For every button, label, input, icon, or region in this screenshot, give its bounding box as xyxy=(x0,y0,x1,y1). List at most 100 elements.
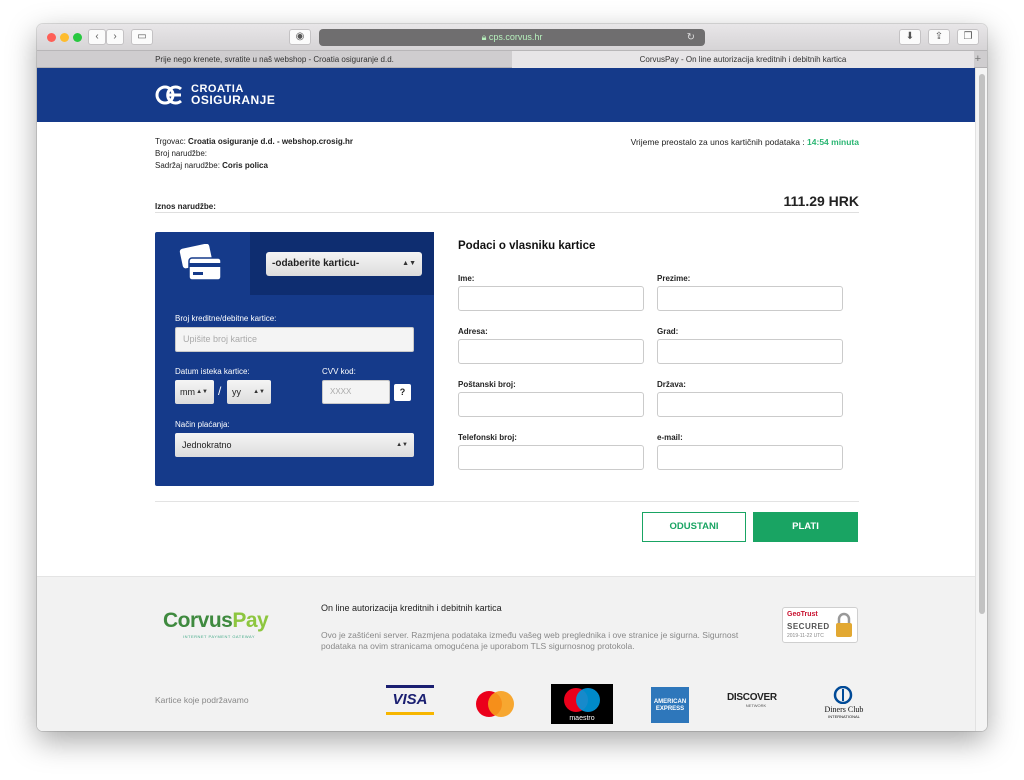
amex-logo: AMERICAN EXPRESS xyxy=(651,687,689,723)
cvv-placeholder: XXXX xyxy=(330,387,352,396)
croatia-logo-icon xyxy=(155,85,182,105)
country-input[interactable] xyxy=(657,392,843,417)
diners-text-1: Diners Club xyxy=(824,705,864,714)
merchant-value: Croatia osiguranje d.d. - webshop.crosig… xyxy=(188,137,353,146)
corvuspay-logo-text-a: Corvus xyxy=(163,609,233,632)
minimize-window-button[interactable] xyxy=(60,33,69,42)
phone-label: Telefonski broj: xyxy=(458,433,517,442)
timer-value: 14:54 minuta xyxy=(807,137,859,147)
geotrust-status: SECURED xyxy=(787,622,830,631)
scrollbar-thumb[interactable] xyxy=(979,74,985,614)
timer-label: Vrijeme preostalo za unos kartičnih poda… xyxy=(630,137,808,147)
time-remaining: Vrijeme preostalo za unos kartičnih poda… xyxy=(631,137,859,147)
diners-text-2: INTERNATIONAL xyxy=(828,714,860,719)
select-arrows-icon: ▲▼ xyxy=(396,442,408,448)
forward-button[interactable]: › xyxy=(106,29,124,45)
maestro-text: maestro xyxy=(569,715,595,722)
privacy-shield-icon[interactable]: ◉ xyxy=(289,29,311,45)
order-number-label: Broj narudžbe: xyxy=(155,149,208,158)
back-button[interactable]: ‹ xyxy=(88,29,106,45)
maestro-logo: maestro xyxy=(551,684,613,724)
last-name-input[interactable] xyxy=(657,286,843,311)
order-content-value: Coris polica xyxy=(222,161,268,170)
payment-method-value: Jednokratno xyxy=(182,440,232,450)
card-number-input[interactable]: Upišite broj kartice xyxy=(175,327,414,352)
expiry-month-select[interactable]: mm ▲▼ xyxy=(175,380,214,404)
first-name-input[interactable] xyxy=(458,286,644,311)
diners-club-logo: Diners Club INTERNATIONAL xyxy=(817,686,871,724)
tab-webshop[interactable]: Prije nego krenete, svratite u naš websh… xyxy=(37,51,512,68)
form-divider xyxy=(155,501,859,502)
logo-line-2: OSIGURANJE xyxy=(191,93,276,107)
first-name-label: Ime: xyxy=(458,274,475,283)
supported-cards-label: Kartice koje podržavamo xyxy=(155,695,249,705)
amount-label: Iznos narudžbe: xyxy=(155,202,216,211)
browser-window: ‹ › ▭ ◉ 🔒︎ cps.corvus.hr ↻ ⬇ ⇪ ❐ Prije n… xyxy=(37,24,987,731)
croatia-logo: CROATIA OSIGURANJE xyxy=(155,83,275,107)
cvv-label: CVV kod: xyxy=(322,367,356,376)
year-value: yy xyxy=(232,387,241,397)
sidebar-toggle-icon[interactable]: ▭ xyxy=(131,29,153,45)
postal-code-label: Poštanski broj: xyxy=(458,380,516,389)
month-value: mm xyxy=(180,387,195,397)
padlock-icon xyxy=(836,612,852,637)
cvv-help-button[interactable]: ? xyxy=(394,384,411,401)
expiry-year-select[interactable]: yy ▲▼ xyxy=(227,380,271,404)
geotrust-date: 2019-11-22 UTC xyxy=(787,633,824,639)
geotrust-seal[interactable]: GeoTrust SECURED 2019-11-22 UTC xyxy=(782,607,858,643)
expiry-separator: / xyxy=(218,384,222,398)
url-text: cps.corvus.hr xyxy=(488,32,543,42)
order-amount-row: Iznos narudžbe: 111.29 HRK xyxy=(155,193,859,213)
tabs-overview-icon[interactable]: ❐ xyxy=(957,29,979,45)
footer-description: Ovo je zaštićeni server. Razmjena podata… xyxy=(321,630,739,651)
address-bar[interactable]: 🔒︎ cps.corvus.hr ↻ xyxy=(319,29,705,46)
country-label: Država: xyxy=(657,380,686,389)
visa-logo: VISA xyxy=(386,685,434,723)
corvuspay-logo-text-b: Pay xyxy=(232,609,269,632)
payment-method-label: Način plaćanja: xyxy=(175,420,230,429)
tab-corvuspay[interactable]: CorvusPay - On line autorizacija kreditn… xyxy=(512,51,974,68)
email-input[interactable] xyxy=(657,445,843,470)
order-content-label: Sadržaj narudžbe: xyxy=(155,161,223,170)
page-content: CROATIA OSIGURANJE Trgovac: Croatia osig… xyxy=(37,68,975,731)
credit-cards-icon xyxy=(179,244,222,281)
tab-bar: Prije nego krenete, svratite u naš websh… xyxy=(37,51,987,68)
merchant-label: Trgovac: xyxy=(155,137,189,146)
card-type-select[interactable]: -odaberite karticu- ▲▼ xyxy=(266,252,422,276)
corvuspay-tagline: INTERNET PAYMENT GATEWAY xyxy=(183,634,256,639)
corvuspay-logo: CorvusPay xyxy=(163,609,269,633)
phone-input[interactable] xyxy=(458,445,644,470)
select-arrows-icon: ▲▼ xyxy=(253,389,265,395)
payment-method-select[interactable]: Jednokratno ▲▼ xyxy=(175,433,414,457)
page-footer: CorvusPay INTERNET PAYMENT GATEWAY On li… xyxy=(37,576,975,731)
amex-text-1: AMERICAN xyxy=(653,699,687,705)
select-arrows-icon: ▲▼ xyxy=(196,389,208,395)
order-meta: Trgovac: Croatia osiguranje d.d. - websh… xyxy=(155,136,353,172)
email-label: e-mail: xyxy=(657,433,683,442)
tab-label: CorvusPay - On line autorizacija kreditn… xyxy=(639,55,847,64)
cvv-input[interactable]: XXXX xyxy=(322,380,390,404)
geotrust-brand: GeoTrust xyxy=(787,611,818,618)
new-tab-button[interactable]: + xyxy=(975,51,981,67)
tab-label: Prije nego krenete, svratite u naš websh… xyxy=(155,55,394,64)
share-icon[interactable]: ⇪ xyxy=(928,29,950,45)
discover-logo: DISCOVER NETWORK xyxy=(727,692,785,730)
card-type-value: -odaberite karticu- xyxy=(272,258,360,269)
pay-button[interactable]: PLATI xyxy=(753,512,858,542)
postal-code-input[interactable] xyxy=(458,392,644,417)
reload-icon[interactable]: ↻ xyxy=(687,29,695,46)
cancel-button[interactable]: ODUSTANI xyxy=(642,512,746,542)
download-icon[interactable]: ⬇ xyxy=(899,29,921,45)
close-window-button[interactable] xyxy=(47,33,56,42)
page-scrollbar[interactable] xyxy=(975,68,987,731)
last-name-label: Prezime: xyxy=(657,274,691,283)
zoom-window-button[interactable] xyxy=(73,33,82,42)
title-bar: ‹ › ▭ ◉ 🔒︎ cps.corvus.hr ↻ ⬇ ⇪ ❐ xyxy=(37,24,987,51)
card-number-placeholder: Upišite broj kartice xyxy=(183,334,258,344)
card-panel: -odaberite karticu- ▲▼ Broj kreditne/deb… xyxy=(155,232,434,486)
discover-text: DISCOVER xyxy=(727,692,777,703)
footer-title: On line autorizacija kreditnih i debitni… xyxy=(321,603,502,613)
address-input[interactable] xyxy=(458,339,644,364)
city-input[interactable] xyxy=(657,339,843,364)
expiry-label: Datum isteka kartice: xyxy=(175,367,250,376)
